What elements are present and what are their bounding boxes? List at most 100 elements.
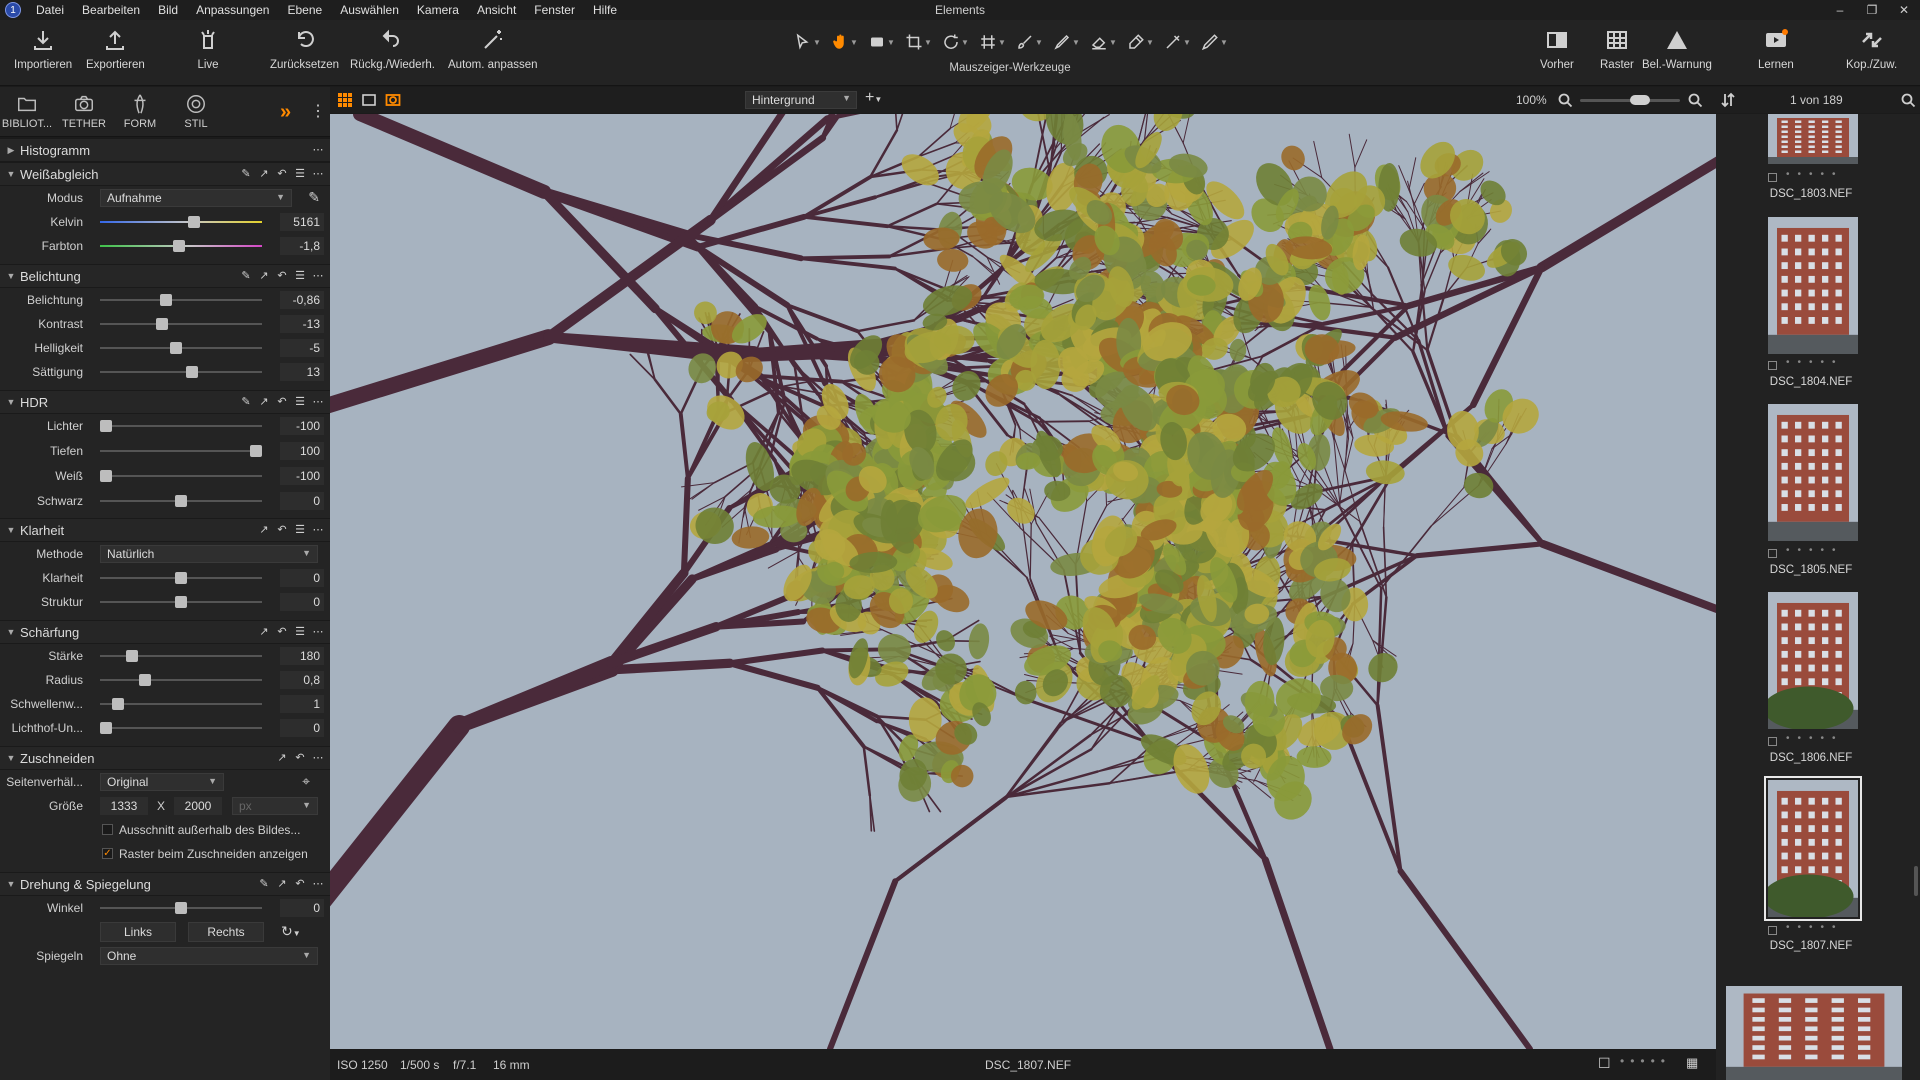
white-slider[interactable] (100, 470, 262, 482)
tint-value[interactable]: -1,8 (280, 237, 324, 255)
crop-unit-select[interactable]: px ▼ (232, 797, 318, 815)
search-icon[interactable] (1900, 92, 1916, 108)
slider-knob[interactable] (100, 470, 113, 482)
rotate-free-icon[interactable]: ↻▼ (281, 923, 301, 940)
color-tag-icon[interactable]: ▦ (1686, 1055, 1698, 1071)
maximize-button[interactable]: ❐ (1856, 0, 1888, 20)
rotate-tool[interactable]: ▼ (938, 30, 973, 54)
slider-knob[interactable] (126, 650, 139, 662)
rotate-left-button[interactable]: Links (100, 922, 176, 942)
rating-stars[interactable]: ••••• (1786, 733, 1844, 744)
rating-stars[interactable]: ••••• (1786, 357, 1844, 368)
reset-button[interactable]: Zurücksetzen (270, 28, 339, 71)
multi-view-icon[interactable] (337, 92, 353, 108)
brightness-slider[interactable] (100, 342, 262, 354)
amount-slider[interactable] (100, 650, 262, 662)
slider-knob[interactable] (160, 294, 173, 306)
before-button[interactable]: Vorher (1540, 28, 1574, 71)
section-crop[interactable]: ▼ Zuschneiden ↗ ↶ ⋯ (0, 746, 330, 770)
slider-value[interactable]: -0,86 (280, 291, 324, 309)
slider-value[interactable]: 0,8 (280, 671, 324, 689)
import-button[interactable]: Importieren (14, 28, 72, 71)
crop-icon[interactable]: ⌖ (302, 773, 310, 790)
slider-value[interactable]: -13 (280, 315, 324, 333)
shadows-slider[interactable] (100, 445, 262, 457)
crop-grid-checkbox[interactable]: ✓ (102, 848, 113, 859)
tab-library[interactable]: BIBLIOT... (0, 93, 54, 130)
slider-knob[interactable] (155, 318, 168, 330)
zoom-out-icon[interactable] (1557, 92, 1573, 108)
close-button[interactable]: ✕ (1888, 0, 1920, 20)
copy-apply-icon[interactable]: ↗ (258, 625, 270, 638)
sort-icon[interactable] (1720, 92, 1736, 108)
slider-value[interactable]: 0 (280, 492, 324, 510)
exposure-slider[interactable] (100, 294, 262, 306)
select-checkbox-icon[interactable]: ☐ (1598, 1055, 1611, 1072)
thumbnail[interactable] (1768, 217, 1858, 354)
slider-value[interactable]: -100 (280, 467, 324, 485)
menu-bearbeiten[interactable]: Bearbeiten (73, 0, 149, 20)
section-exposure[interactable]: ▼ Belichtung ✎ ↗ ↶ ☰ ⋯ (0, 264, 330, 288)
eraser-tool[interactable]: ▼ (1086, 30, 1121, 54)
learn-button[interactable]: Lernen (1758, 28, 1794, 71)
menu-anpassungen[interactable]: Anpassungen (187, 0, 278, 20)
select-checkbox[interactable] (1768, 173, 1777, 182)
minimize-button[interactable]: – (1824, 0, 1856, 20)
slider-knob[interactable] (100, 722, 113, 734)
kelvin-slider[interactable] (100, 216, 262, 228)
menu-fenster[interactable]: Fenster (525, 0, 584, 20)
slider-value[interactable]: -5 (280, 339, 324, 357)
thumbnail[interactable] (1768, 404, 1858, 541)
more-options-icon[interactable]: ⋯ (312, 751, 324, 764)
slider-knob[interactable] (170, 342, 183, 354)
copy-apply-icon[interactable]: ↗ (258, 395, 270, 408)
section-clarity[interactable]: ▼ Klarheit ↗ ↶ ☰ ⋯ (0, 518, 330, 542)
live-button[interactable]: Live (196, 28, 220, 71)
slider-value[interactable]: 0 (280, 593, 324, 611)
reset-icon[interactable]: ↶ (276, 395, 288, 408)
menu-ansicht[interactable]: Ansicht (468, 0, 525, 20)
slider-knob[interactable] (175, 596, 187, 608)
select-tool[interactable]: ▼ (790, 30, 825, 54)
wb-mode-select[interactable]: Aufnahme ▼ (100, 189, 292, 207)
menu-hilfe[interactable]: Hilfe (584, 0, 626, 20)
more-options-icon[interactable]: ⋯ (312, 143, 324, 156)
image-viewer[interactable] (330, 114, 1716, 1049)
loupe-tool[interactable]: ▼ (864, 30, 899, 54)
focus-mask-icon[interactable] (385, 92, 401, 108)
auto-icon[interactable]: ✎ (240, 269, 252, 282)
rotate-right-button[interactable]: Rechts (188, 922, 264, 942)
contrast-slider[interactable] (100, 318, 262, 330)
halo-suppression-slider[interactable] (100, 722, 262, 734)
more-options-icon[interactable]: ⋯ (312, 877, 324, 890)
copy-apply-icon[interactable]: ↗ (258, 523, 270, 536)
presets-icon[interactable]: ☰ (294, 625, 306, 638)
tab-options-icon[interactable]: ⋮ (310, 101, 326, 121)
heal-tool[interactable]: ▼ (1160, 30, 1195, 54)
copy-apply-icon[interactable]: ↗ (258, 269, 270, 282)
more-options-icon[interactable]: ⋯ (312, 523, 324, 536)
aspect-ratio-select[interactable]: Original ▼ (100, 773, 224, 791)
black-slider[interactable] (100, 495, 262, 507)
tab-form[interactable]: FORM (113, 93, 167, 130)
structure-slider[interactable] (100, 596, 262, 608)
reset-icon[interactable]: ↶ (276, 523, 288, 536)
crop-tool[interactable]: ▼ (901, 30, 936, 54)
brush-tool[interactable]: ▼ (1012, 30, 1047, 54)
thumbnail-selected[interactable] (1763, 776, 1862, 921)
presets-icon[interactable]: ☰ (294, 523, 306, 536)
gradient-tool[interactable]: ▼ (1049, 30, 1084, 54)
section-sharpening[interactable]: ▼ Schärfung ↗ ↶ ☰ ⋯ (0, 620, 330, 644)
more-options-icon[interactable]: ⋯ (312, 395, 324, 408)
kelvin-slider-knob[interactable] (187, 216, 200, 228)
menu-bild[interactable]: Bild (149, 0, 187, 20)
rating-stars[interactable]: ••••• (1786, 545, 1844, 556)
slider-knob[interactable] (175, 495, 187, 507)
tab-style[interactable]: STIL (169, 93, 223, 130)
slider-value[interactable]: 100 (280, 442, 324, 460)
highlights-slider[interactable] (100, 420, 262, 432)
presets-icon[interactable]: ☰ (294, 395, 306, 408)
reset-icon[interactable]: ↶ (276, 625, 288, 638)
menu-auswaehlen[interactable]: Auswählen (331, 0, 408, 20)
copy-apply-icon[interactable]: ↗ (276, 751, 288, 764)
